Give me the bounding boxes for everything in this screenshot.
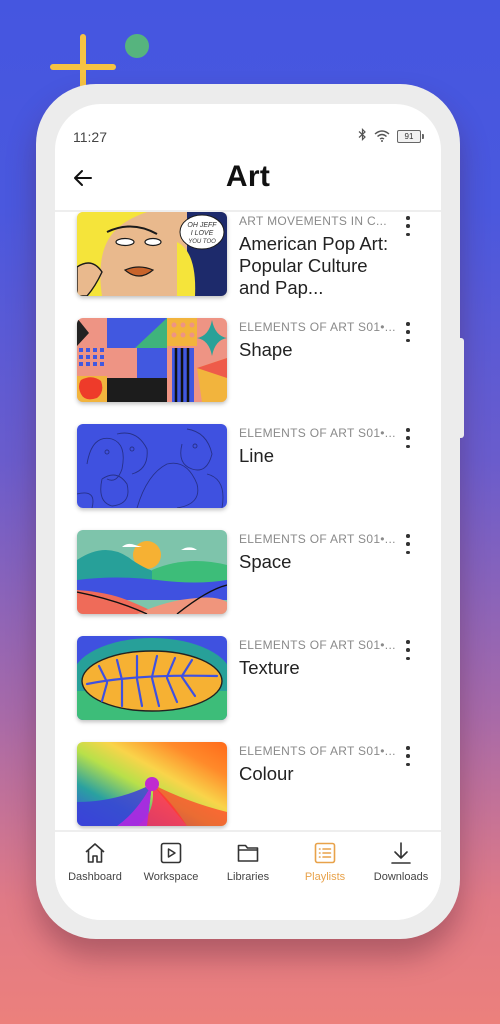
list-icon <box>287 840 363 866</box>
playlist-list[interactable]: OH JEFF I LOVE YOU TOO ART MOVEMENTS IN … <box>55 212 441 830</box>
thumbnail-colour[interactable] <box>77 742 227 826</box>
bluetooth-icon <box>358 128 367 144</box>
item-category: ELEMENTS OF ART S01•... <box>239 426 396 440</box>
svg-text:OH JEFF: OH JEFF <box>187 222 217 229</box>
playlist-item[interactable]: ELEMENTS OF ART S01•... Shape <box>55 318 441 414</box>
nav-workspace[interactable]: Workspace <box>133 840 209 883</box>
more-options-button[interactable] <box>403 534 413 554</box>
bottom-navigation: Dashboard Workspace Libraries Playlists <box>55 830 441 920</box>
play-square-icon <box>133 840 209 866</box>
status-icons: 91 <box>358 128 424 144</box>
nav-playlists[interactable]: Playlists <box>287 840 363 883</box>
nav-downloads[interactable]: Downloads <box>363 840 439 883</box>
more-options-button[interactable] <box>403 640 413 660</box>
phone-side-button <box>456 338 464 438</box>
svg-text:YOU TOO: YOU TOO <box>188 239 216 245</box>
playlist-item[interactable]: ELEMENTS OF ART S01•... Space <box>55 530 441 626</box>
thumbnail-shape[interactable] <box>77 318 227 402</box>
item-category: ART MOVEMENTS IN C... <box>239 214 387 228</box>
playlist-item[interactable]: ELEMENTS OF ART S01•... Line <box>55 424 441 520</box>
item-meta: ELEMENTS OF ART S01•... Space <box>239 530 397 573</box>
nav-label: Dashboard <box>68 871 122 883</box>
nav-label: Workspace <box>143 871 199 883</box>
more-options-button[interactable] <box>403 322 413 342</box>
thumbnail-texture[interactable] <box>77 636 227 720</box>
page-title: Art <box>225 160 271 193</box>
item-category: ELEMENTS OF ART S01•... <box>239 638 396 652</box>
decorative-dot <box>125 34 149 58</box>
item-title[interactable]: Colour <box>239 763 397 785</box>
item-title[interactable]: Space <box>239 551 397 573</box>
phone-frame: 11:27 91 Art OH JEFF I LOVE YOU TOO ART … <box>36 84 464 939</box>
item-category: ELEMENTS OF ART S01•... <box>239 532 396 546</box>
item-meta: ELEMENTS OF ART S01•... Shape <box>239 318 397 361</box>
nav-label: Libraries <box>226 871 270 883</box>
status-bar: 11:27 91 <box>55 104 441 145</box>
svg-text:I LOVE: I LOVE <box>191 230 214 237</box>
playlist-item[interactable]: ELEMENTS OF ART S01•... Texture <box>55 636 441 732</box>
status-time: 11:27 <box>73 129 107 145</box>
more-options-button[interactable] <box>403 428 413 448</box>
more-options-button[interactable] <box>403 216 413 236</box>
nav-label: Downloads <box>373 871 429 883</box>
playlist-item[interactable]: OH JEFF I LOVE YOU TOO ART MOVEMENTS IN … <box>55 212 441 308</box>
nav-label: Playlists <box>304 871 346 883</box>
download-icon <box>363 840 439 866</box>
item-title[interactable]: Texture <box>239 657 397 679</box>
thumbnail-line[interactable] <box>77 424 227 508</box>
item-category: ELEMENTS OF ART S01•... <box>239 320 396 334</box>
app-bar: Art <box>55 144 441 212</box>
thumbnail-space[interactable] <box>77 530 227 614</box>
item-title[interactable]: Shape <box>239 339 397 361</box>
phone-screen: 11:27 91 Art OH JEFF I LOVE YOU TOO ART … <box>55 104 441 920</box>
folder-icon <box>210 840 286 866</box>
item-meta: ART MOVEMENTS IN C... American Pop Art: … <box>239 212 397 299</box>
battery-icon: 91 <box>397 129 424 143</box>
item-title[interactable]: Line <box>239 445 397 467</box>
item-meta: ELEMENTS OF ART S01•... Line <box>239 424 397 467</box>
item-category: ELEMENTS OF ART S01•... <box>239 744 396 758</box>
item-meta: ELEMENTS OF ART S01•... Texture <box>239 636 397 679</box>
playlist-item[interactable]: ELEMENTS OF ART S01•... Colour <box>55 742 441 830</box>
thumbnail-pop-art[interactable]: OH JEFF I LOVE YOU TOO <box>77 212 227 296</box>
home-icon <box>57 840 133 866</box>
nav-dashboard[interactable]: Dashboard <box>57 840 133 883</box>
wifi-icon <box>374 130 390 142</box>
nav-libraries[interactable]: Libraries <box>210 840 286 883</box>
item-meta: ELEMENTS OF ART S01•... Colour <box>239 742 397 785</box>
item-title[interactable]: American Pop Art: Popular Culture and Pa… <box>239 233 397 299</box>
more-options-button[interactable] <box>403 746 413 766</box>
